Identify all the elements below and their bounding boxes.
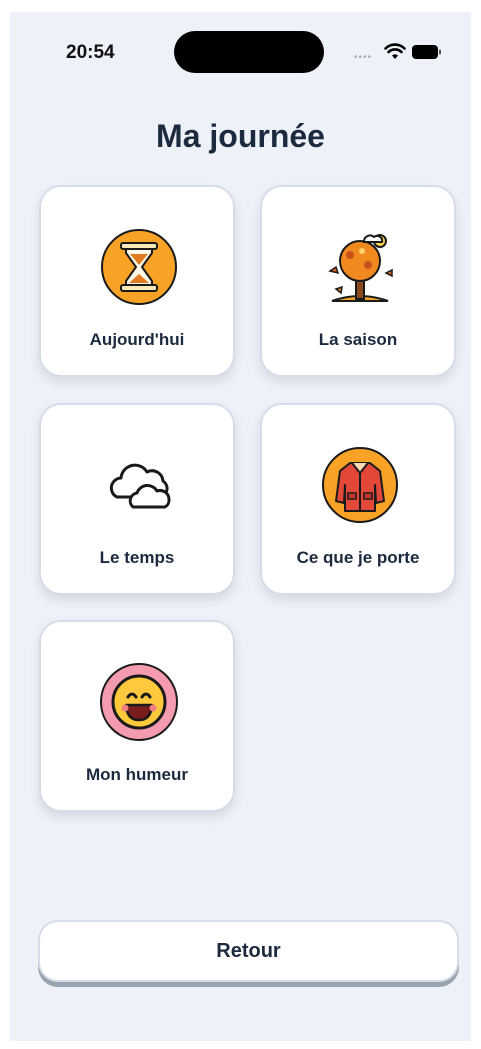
wifi-icon bbox=[384, 43, 406, 59]
back-button[interactable]: Retour bbox=[38, 920, 459, 982]
status-icons: •••• bbox=[354, 42, 454, 63]
smiley-face-icon bbox=[100, 663, 178, 741]
dynamic-island bbox=[174, 31, 324, 73]
menu-card-mood[interactable]: Mon humeur bbox=[39, 620, 235, 812]
menu-card-label: Aujourd'hui bbox=[89, 330, 185, 349]
menu-card-clothes[interactable]: Ce que je porte bbox=[260, 403, 456, 595]
autumn-tree-icon bbox=[328, 234, 393, 302]
hourglass-icon bbox=[101, 229, 177, 305]
signal-icon: •••• bbox=[354, 52, 373, 63]
coat-icon bbox=[322, 447, 398, 523]
status-bar: 20:54 •••• bbox=[10, 12, 471, 73]
menu-card-label: Mon humeur bbox=[86, 765, 188, 784]
menu-card-label: Le temps bbox=[99, 548, 175, 567]
menu-card-label: La saison bbox=[318, 330, 398, 349]
status-time: 20:54 bbox=[66, 42, 115, 63]
menu-card-weather[interactable]: Le temps bbox=[39, 403, 235, 595]
cloud-icon bbox=[109, 463, 171, 509]
app-screen: 20:54 •••• Ma journée Aujourd'hui La sai… bbox=[10, 12, 471, 1041]
menu-card-season[interactable]: La saison bbox=[260, 185, 456, 377]
menu-card-today[interactable]: Aujourd'hui bbox=[39, 185, 235, 377]
menu-card-label: Ce que je porte bbox=[296, 548, 420, 567]
page-title: Ma journée bbox=[156, 118, 325, 154]
battery-icon bbox=[412, 45, 441, 59]
